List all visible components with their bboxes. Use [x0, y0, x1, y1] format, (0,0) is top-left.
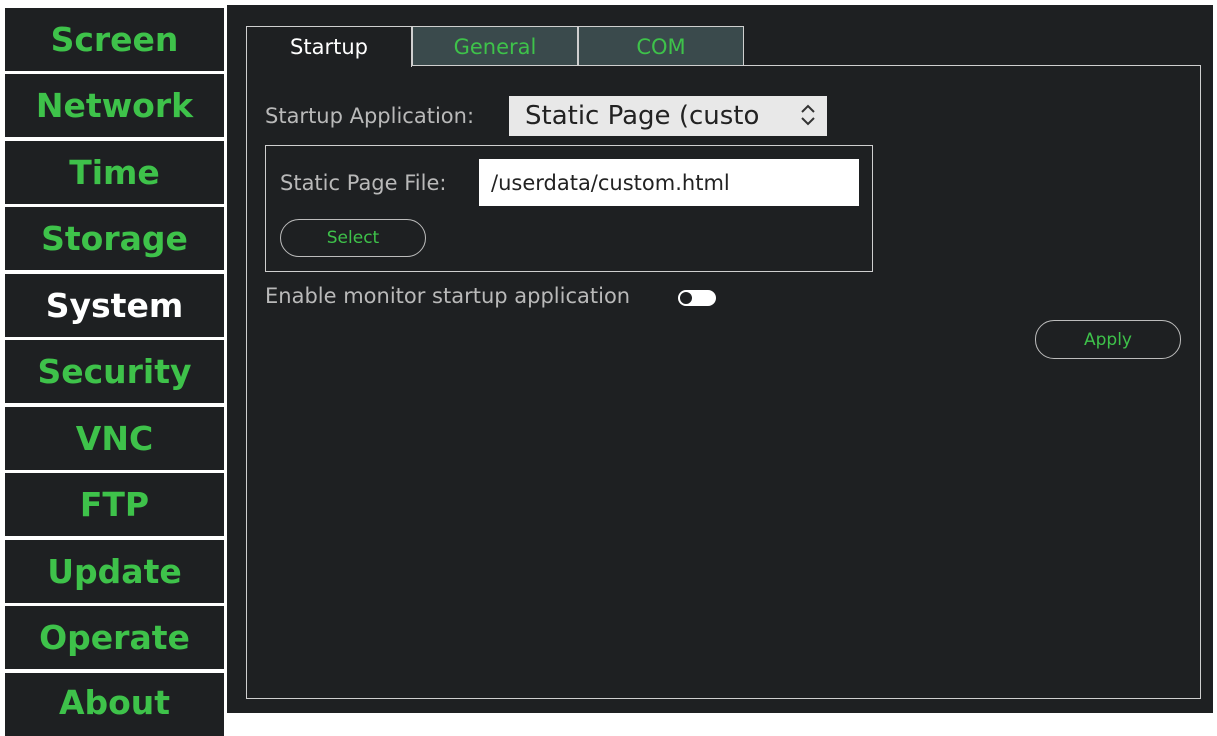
- monitor-startup-label: Enable monitor startup application: [265, 284, 631, 308]
- sidebar-item-ftp[interactable]: FTP: [5, 473, 224, 536]
- chevron-up-down-icon: [799, 102, 817, 134]
- apply-button[interactable]: Apply: [1035, 320, 1181, 359]
- tab-com[interactable]: COM: [578, 26, 744, 66]
- startup-application-select[interactable]: Static Page (custo: [509, 96, 827, 136]
- sidebar: Screen Network Time Storage System Secur…: [0, 0, 227, 736]
- sidebar-item-operate[interactable]: Operate: [5, 606, 224, 669]
- static-page-group: Static Page File: /userdata/custom.html …: [265, 145, 873, 272]
- tab-startup[interactable]: Startup: [246, 26, 412, 67]
- main-area: Startup General COM Startup Application:…: [227, 5, 1213, 713]
- select-button[interactable]: Select: [280, 219, 426, 257]
- sidebar-item-update[interactable]: Update: [5, 540, 224, 603]
- startup-panel: Startup Application: Static Page (custo …: [246, 65, 1201, 699]
- monitor-startup-toggle[interactable]: [678, 290, 716, 306]
- static-page-file-label: Static Page File:: [280, 171, 447, 195]
- toggle-knob: [679, 291, 693, 305]
- sidebar-item-security[interactable]: Security: [5, 340, 224, 403]
- static-page-file-input[interactable]: /userdata/custom.html: [479, 159, 859, 206]
- sidebar-item-about[interactable]: About: [5, 673, 224, 736]
- sidebar-item-vnc[interactable]: VNC: [5, 407, 224, 470]
- startup-application-value: Static Page (custo: [525, 101, 760, 131]
- sidebar-item-time[interactable]: Time: [5, 141, 224, 204]
- startup-application-label: Startup Application:: [265, 104, 475, 128]
- sidebar-item-screen[interactable]: Screen: [5, 8, 224, 71]
- tab-general[interactable]: General: [412, 26, 578, 66]
- sidebar-item-network[interactable]: Network: [5, 74, 224, 137]
- sidebar-item-system[interactable]: System: [5, 274, 224, 337]
- sidebar-item-storage[interactable]: Storage: [5, 207, 224, 270]
